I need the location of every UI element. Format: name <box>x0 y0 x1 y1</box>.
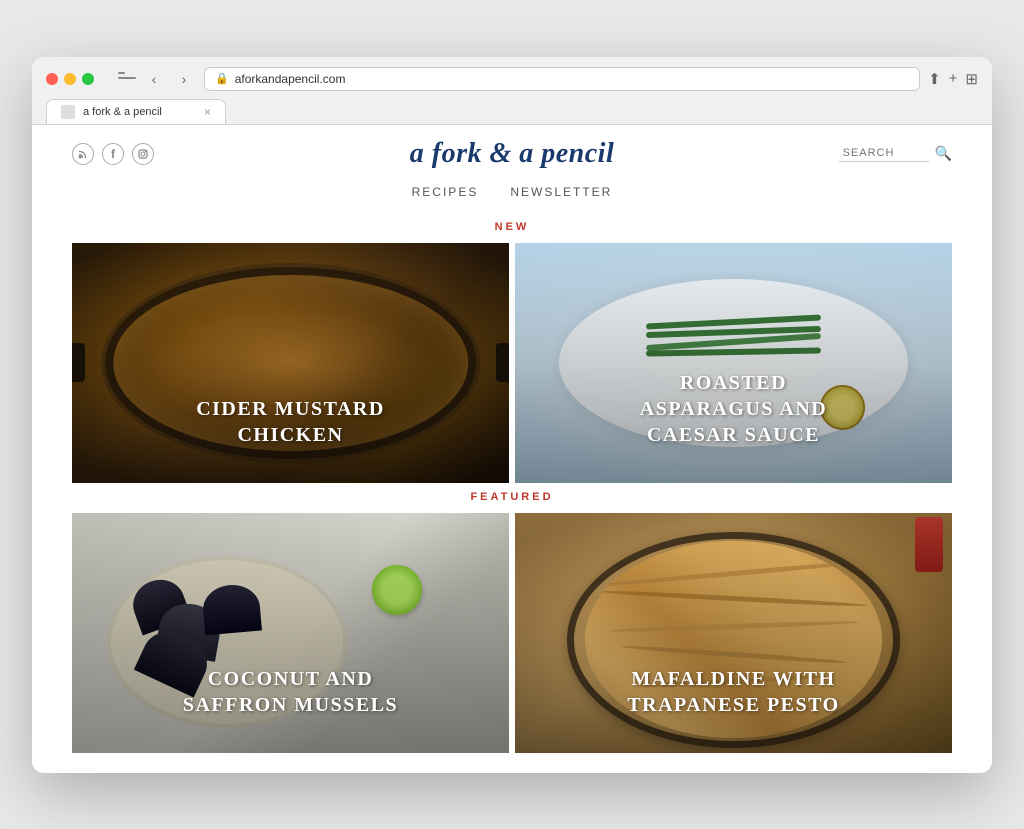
asparagus-title: ROASTEDASPARAGUS ANDCAESAR SAUCE <box>640 370 827 463</box>
forward-button[interactable]: › <box>172 67 196 91</box>
instagram-icon[interactable] <box>132 143 154 165</box>
tab-bar: a fork & a pencil × <box>46 99 978 124</box>
nav-newsletter[interactable]: NEWSLETTER <box>510 185 612 199</box>
search-input[interactable] <box>839 145 929 162</box>
tab-title: a fork & a pencil <box>83 106 162 118</box>
back-button[interactable]: ‹ <box>142 67 166 91</box>
active-tab[interactable]: a fork & a pencil × <box>46 99 226 124</box>
mussels-title: COCONUT ANDSAFFRON MUSSELS <box>183 666 398 733</box>
new-section-label: NEW <box>32 213 992 243</box>
chicken-title-overlay: CIDER MUSTARDCHICKEN <box>72 243 509 483</box>
site-nav: RECIPES NEWSLETTER <box>32 177 992 213</box>
browser-window: ‹ › 🔒 aforkandapencil.com ⬆ + ⊞ a fork &… <box>32 57 992 773</box>
recipe-card-chicken[interactable]: CIDER MUSTARDCHICKEN <box>72 243 509 483</box>
browser-nav: ‹ › <box>114 67 196 91</box>
search-area: 🔍 <box>839 145 952 162</box>
recipe-card-asparagus[interactable]: ROASTEDASPARAGUS ANDCAESAR SAUCE <box>515 243 952 483</box>
browser-actions: ⬆ + ⊞ <box>928 70 978 88</box>
chicken-title: CIDER MUSTARDCHICKEN <box>196 396 385 463</box>
security-icon: 🔒 <box>215 72 229 85</box>
recipe-card-pasta[interactable]: MAFALDINE WITHTRAPANESE PESTO <box>515 513 952 753</box>
mussels-title-overlay: COCONUT ANDSAFFRON MUSSELS <box>72 513 509 753</box>
pasta-title: MAFALDINE WITHTRAPANESE PESTO <box>627 666 839 733</box>
site-header: f a fork & a pencil 🔍 <box>32 125 992 177</box>
featured-recipe-grid: COCONUT ANDSAFFRON MUSSELS <box>32 513 992 753</box>
search-icon[interactable]: 🔍 <box>935 145 952 162</box>
asparagus-title-overlay: ROASTEDASPARAGUS ANDCAESAR SAUCE <box>515 243 952 483</box>
grid-icon[interactable]: ⊞ <box>965 70 978 88</box>
close-button[interactable] <box>46 73 58 85</box>
maximize-button[interactable] <box>82 73 94 85</box>
pasta-title-overlay: MAFALDINE WITHTRAPANESE PESTO <box>515 513 952 753</box>
site-title: a fork & a pencil <box>410 138 615 170</box>
tab-close-button[interactable]: × <box>204 105 211 119</box>
website-content: f a fork & a pencil 🔍 RECIPES NEWSLETTER… <box>32 125 992 773</box>
social-icons: f <box>72 143 154 165</box>
facebook-icon[interactable]: f <box>102 143 124 165</box>
tab-favicon <box>61 105 75 119</box>
featured-section-label: FEATURED <box>32 483 992 513</box>
sidebar-toggle-icon[interactable] <box>118 72 136 86</box>
content-wrapper: NEW CIDER MUSTARDCHICKEN <box>32 213 992 773</box>
share-icon[interactable]: ⬆ <box>928 70 941 88</box>
address-bar[interactable]: 🔒 aforkandapencil.com <box>204 67 920 91</box>
traffic-lights <box>46 73 94 85</box>
url-text: aforkandapencil.com <box>235 72 346 86</box>
new-tab-icon[interactable]: + <box>949 70 958 87</box>
minimize-button[interactable] <box>64 73 76 85</box>
rss-icon[interactable] <box>72 143 94 165</box>
nav-recipes[interactable]: RECIPES <box>412 185 479 199</box>
new-recipe-grid: CIDER MUSTARDCHICKEN <box>32 243 992 483</box>
browser-chrome: ‹ › 🔒 aforkandapencil.com ⬆ + ⊞ a fork &… <box>32 57 992 125</box>
recipe-card-mussels[interactable]: COCONUT ANDSAFFRON MUSSELS <box>72 513 509 753</box>
